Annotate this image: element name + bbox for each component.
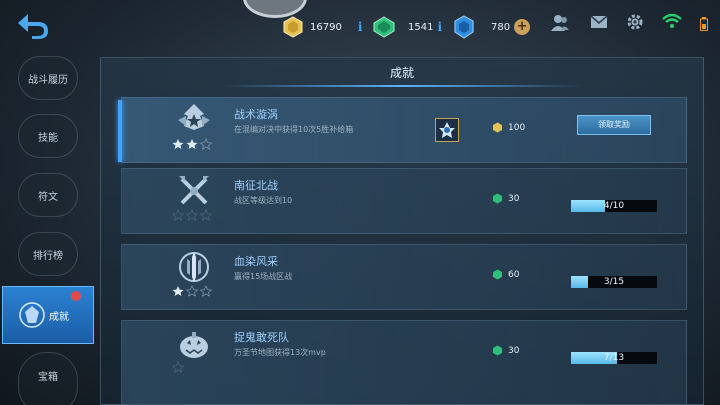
star-icon	[185, 285, 199, 297]
green-diamond-icon	[493, 345, 502, 356]
pumpkin-emblem-icon	[180, 332, 208, 358]
coupon-currency: 780 +	[453, 14, 531, 40]
diamond-currency: 1541 i	[372, 14, 445, 40]
achievement-emblem-icon	[19, 302, 45, 328]
progress-bar: 7/13	[571, 352, 657, 364]
star-icon	[199, 209, 213, 221]
panel-title: 成就	[389, 66, 414, 80]
sidebar-item-label: 符文	[38, 191, 58, 203]
progress-bar: 4/10	[571, 200, 657, 212]
top-bar: 16790 i 1541 i 780 +	[0, 0, 720, 50]
sidebar-item-label: 技能	[38, 132, 58, 144]
star-icon	[172, 361, 185, 373]
achievement-name: 捉鬼敢死队	[234, 331, 289, 344]
star-rating	[172, 361, 185, 373]
green-diamond-icon	[373, 16, 395, 38]
reward-value: 100	[508, 122, 526, 133]
gold-info-button[interactable]: i	[358, 20, 366, 34]
star-icon	[199, 285, 213, 297]
sidebar-item-skills[interactable]: 技能	[2, 108, 94, 164]
friends-icon[interactable]	[550, 13, 570, 37]
wifi-icon	[662, 13, 682, 33]
achievement-name: 南征北战	[234, 179, 278, 192]
reward-value: 30	[508, 193, 520, 204]
reward-amount: 30	[492, 193, 519, 204]
gold-coin-icon	[493, 122, 502, 133]
settings-icon[interactable]	[626, 13, 644, 35]
star-rating	[172, 209, 213, 221]
green-diamond-icon	[493, 193, 502, 204]
add-coupon-button[interactable]: +	[514, 19, 531, 35]
gold-amount: 16790	[310, 21, 342, 33]
reward-value: 30	[508, 345, 520, 356]
sidebar-item-label: 宝箱	[38, 372, 58, 383]
sidebar-item-runes[interactable]: 符文	[2, 167, 94, 223]
diamond-amount: 1541	[408, 21, 434, 33]
reward-amount: 60	[492, 269, 519, 280]
blue-gem-icon	[454, 15, 474, 39]
reward-item-icon[interactable]	[435, 118, 459, 142]
green-diamond-icon	[493, 269, 502, 280]
star-icon	[172, 286, 184, 296]
reward-amount: 100	[492, 122, 525, 133]
achievement-emblem-icon	[178, 104, 210, 130]
star-icon	[186, 139, 198, 149]
achievement-name: 血染风采	[234, 255, 278, 268]
achievement-description: 在混编对决中获得10次5胜补给箱	[234, 125, 354, 134]
sidebar-item-leaderboard[interactable]: 排行榜	[2, 226, 94, 282]
achievement-name: 战术漩涡	[234, 108, 278, 121]
achievement-emblem-icon	[179, 176, 209, 205]
star-rating	[172, 285, 213, 297]
coupon-amount: 780	[491, 21, 511, 33]
star-rating	[172, 138, 213, 150]
gold-coin-icon	[283, 16, 303, 38]
diamond-info-button[interactable]: i	[437, 20, 445, 34]
title-divider	[221, 85, 583, 87]
sidebar-item-achievements[interactable]: 成就	[2, 286, 94, 344]
achievements-panel: 成就 战术漩涡 在混编对决中获得10次5胜补给箱 100 领取奖励 南征北战 战…	[100, 57, 704, 405]
claim-reward-button[interactable]: 领取奖励	[577, 115, 651, 135]
reward-amount: 30	[492, 345, 519, 356]
mail-icon[interactable]	[590, 13, 608, 35]
star-icon	[185, 209, 199, 221]
achievement-description: 赢得15场战区战	[234, 272, 293, 281]
achievement-description: 战区等级达到10	[234, 196, 293, 205]
achievement-row[interactable]: 血染风采 赢得15场战区战 60 3/15	[121, 244, 687, 310]
progress-bar: 3/15	[571, 276, 657, 288]
achievement-row[interactable]: 捉鬼敢死队 万圣节地图获得13次mvp 30 7/13	[121, 320, 687, 404]
star-icon	[172, 139, 184, 149]
progress-text: 4/10	[603, 201, 625, 211]
selection-indicator	[118, 100, 122, 162]
sidebar-item-label: 成就	[49, 311, 69, 323]
notification-badge	[71, 291, 81, 301]
sidebar-item-label: 排行榜	[33, 250, 63, 262]
progress-text: 3/15	[603, 277, 625, 287]
star-icon	[199, 138, 213, 150]
achievement-row[interactable]: 南征北战 战区等级达到10 30 4/10	[121, 168, 687, 234]
achievement-row[interactable]: 战术漩涡 在混编对决中获得10次5胜补给箱 100 领取奖励	[118, 97, 687, 163]
progress-text: 7/13	[603, 353, 625, 363]
sidebar-item-chest[interactable]: 宝箱	[2, 346, 94, 405]
reward-value: 60	[508, 269, 520, 280]
star-icon	[172, 209, 185, 221]
achievement-description: 万圣节地图获得13次mvp	[234, 348, 326, 357]
gold-currency: 16790 i	[282, 14, 366, 40]
sidebar-item-battle-history[interactable]: 战斗履历	[2, 50, 94, 106]
battery-icon	[700, 16, 708, 35]
back-arrow-icon[interactable]	[14, 10, 52, 40]
sidebar-item-label: 战斗履历	[28, 74, 68, 86]
achievement-emblem-icon	[179, 252, 209, 282]
sidebar: 战斗履历 技能 符文 排行榜 成就 宝箱	[0, 50, 96, 405]
